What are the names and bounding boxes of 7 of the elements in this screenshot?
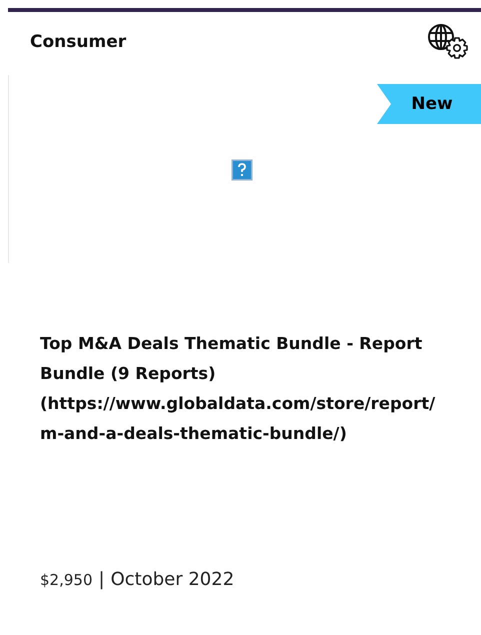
separator: |: [98, 569, 105, 590]
globe-gear-icon[interactable]: [426, 23, 470, 61]
publish-date: October 2022: [110, 569, 234, 590]
category-title: Consumer: [30, 32, 126, 52]
new-badge: New: [377, 84, 481, 124]
price: $2,950: [40, 571, 92, 589]
report-title[interactable]: Top M&A Deals Thematic Bundle - Report Bundle (9 Reports) (https://www.globaldata.com/store/report/ m-and-a-deals-thematic-bundle/): [40, 329, 436, 449]
